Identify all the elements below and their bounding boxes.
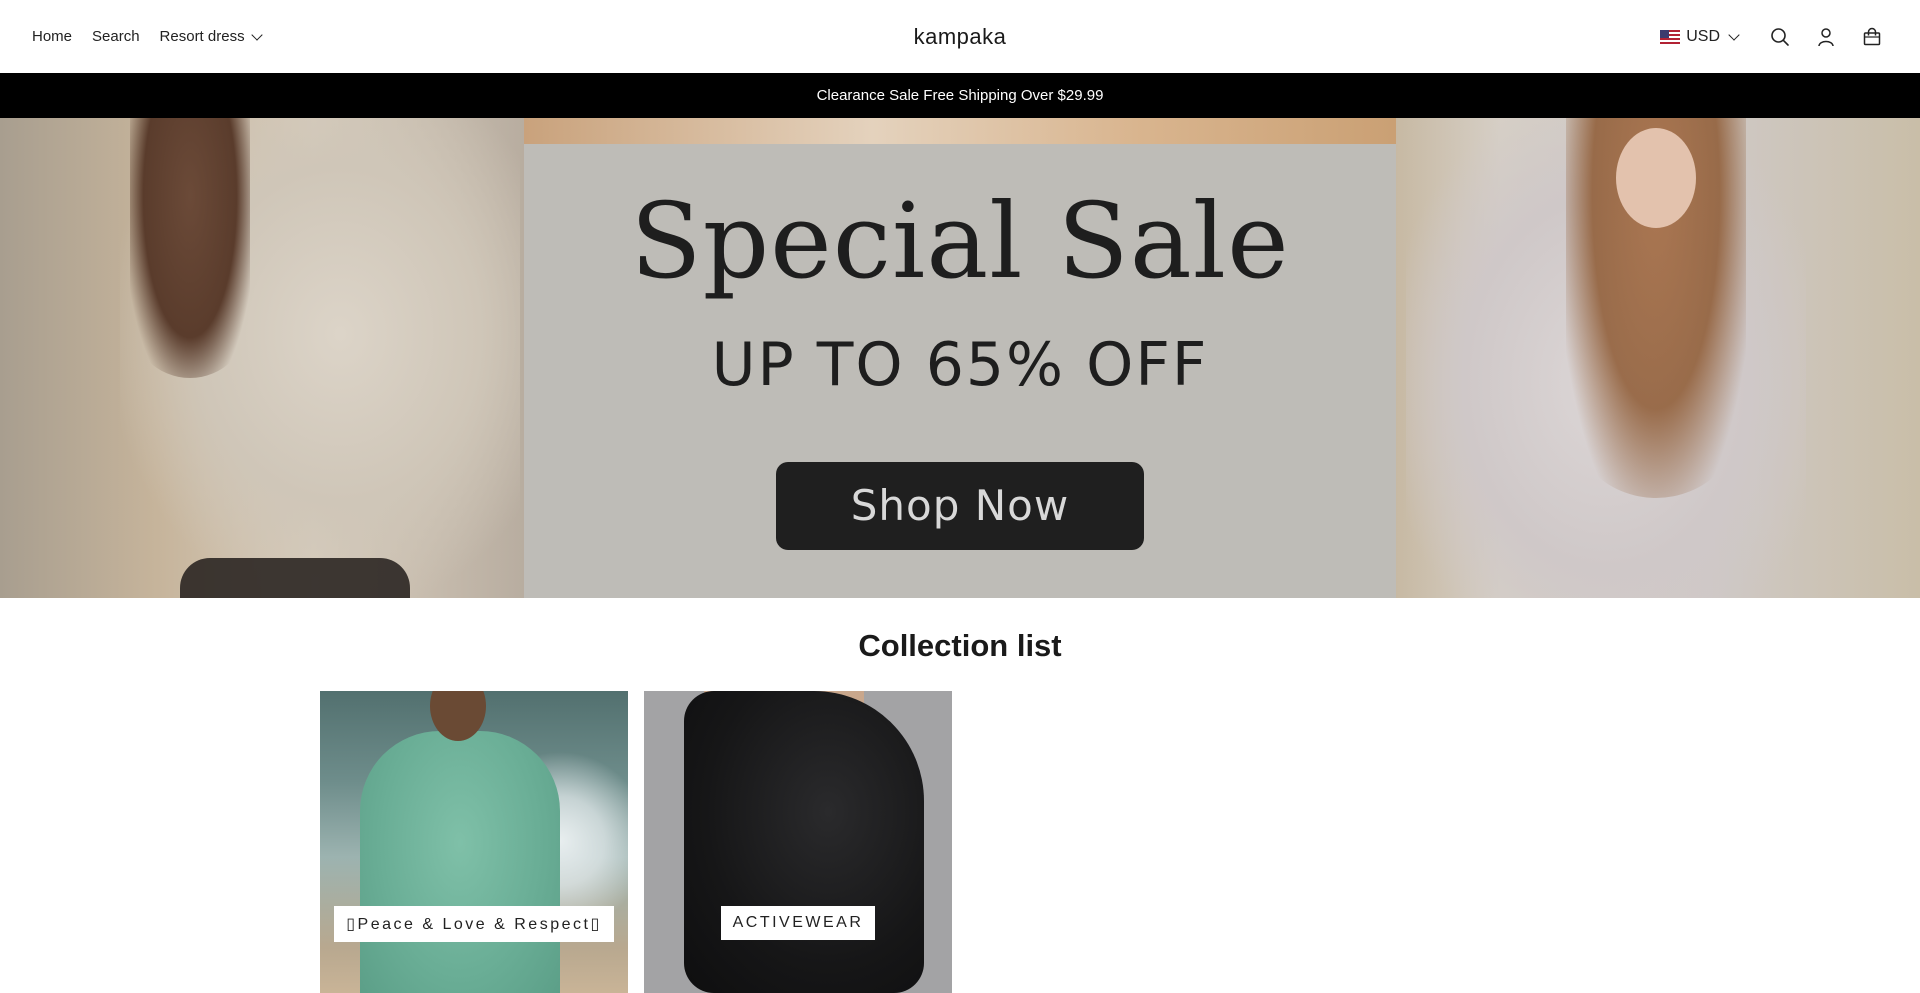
cart-button[interactable] xyxy=(1860,25,1884,49)
nav-home[interactable]: Home xyxy=(32,28,72,45)
hero-right-face xyxy=(1616,128,1696,228)
chevron-down-icon xyxy=(250,28,263,41)
cart-icon xyxy=(1863,27,1881,45)
hero-model-right-image xyxy=(1396,118,1920,598)
search-button[interactable] xyxy=(1768,25,1792,49)
card-dress-image xyxy=(360,731,560,993)
search-icon xyxy=(1771,27,1789,46)
collection-list-title: Collection list xyxy=(858,628,1062,663)
chevron-down-icon xyxy=(1728,28,1740,41)
hero-top-strip xyxy=(524,118,1396,144)
collection-label-wrapper: ▯Peace & Love & Respect▯ xyxy=(320,906,628,942)
collection-card-activewear[interactable]: ACTIVEWEAR xyxy=(644,691,952,993)
account-icon xyxy=(1818,27,1834,46)
announcement-text: Clearance Sale Free Shipping Over $29.99 xyxy=(816,87,1104,104)
hero-subtitle: UP TO 65% OFF xyxy=(711,329,1209,400)
currency-selector[interactable]: USD xyxy=(1660,27,1740,46)
announcement-bar: Clearance Sale Free Shipping Over $29.99 xyxy=(0,73,1920,118)
hero-title: Special Sale xyxy=(630,180,1290,302)
hero-banner[interactable]: Special Sale UP TO 65% OFF Shop Now xyxy=(0,118,1920,598)
shop-now-button[interactable]: Shop Now xyxy=(776,461,1144,550)
header-tools: USD xyxy=(1660,0,1884,73)
collection-label[interactable]: ▯Peace & Love & Respect▯ xyxy=(334,906,614,942)
account-button[interactable] xyxy=(1814,25,1838,49)
us-flag-icon xyxy=(1660,29,1681,44)
nav-search[interactable]: Search xyxy=(92,28,140,45)
hero-model-left-image xyxy=(0,118,524,598)
hero-left-shoe xyxy=(180,558,410,598)
nav-resort-dress-label: Resort dress xyxy=(159,28,245,45)
site-header: Home Search Resort dress kampaka USD xyxy=(0,0,1920,73)
brand-wrapper: kampaka xyxy=(0,0,1920,73)
card-leggings-image xyxy=(684,691,924,993)
currency-label: USD xyxy=(1686,27,1720,45)
main-nav: Home Search Resort dress xyxy=(32,0,263,73)
brand-logo[interactable]: kampaka xyxy=(914,24,1007,50)
nav-resort-dress[interactable]: Resort dress xyxy=(159,28,263,45)
collection-label-wrapper: ACTIVEWEAR xyxy=(644,906,952,940)
collection-card-peace-love[interactable]: ▯Peace & Love & Respect▯ xyxy=(320,691,628,993)
hero-left-hair xyxy=(130,118,250,378)
collection-label[interactable]: ACTIVEWEAR xyxy=(720,906,876,940)
hero-promo-panel: Special Sale UP TO 65% OFF Shop Now xyxy=(524,144,1396,598)
